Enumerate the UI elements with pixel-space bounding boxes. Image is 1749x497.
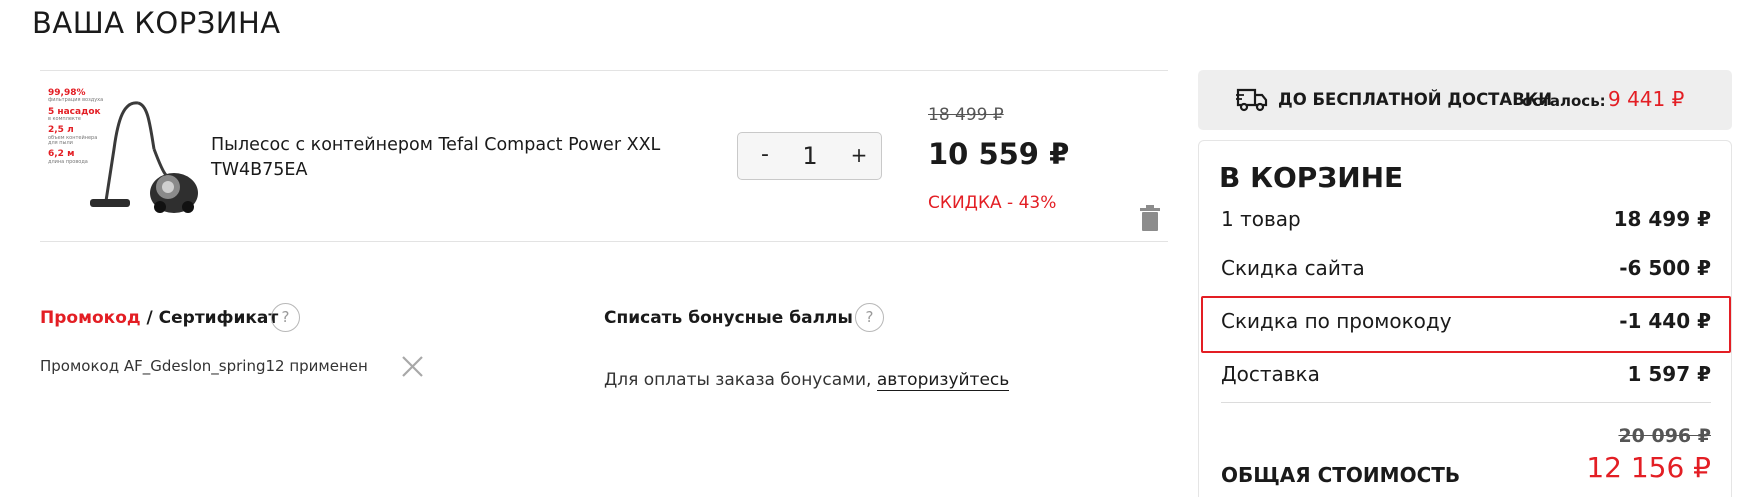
delivery-remaining-amount: 9 441 ₽: [1608, 87, 1685, 111]
delivery-remaining-label: осталось:: [1522, 92, 1606, 110]
promo-applied-text: Промокод AF_Gdeslon_spring12 применен: [40, 357, 368, 375]
total-old-price: 20 096 ₽: [1618, 425, 1711, 447]
quantity-value[interactable]: 1: [788, 142, 832, 170]
total-label: ОБЩАЯ СТОИМОСТЬ: [1221, 463, 1461, 487]
certificate-link[interactable]: Сертификат: [159, 308, 279, 328]
vacuum-cleaner-illustration: [90, 101, 198, 213]
cart-item: 99,98% фильтрация воздуха 5 насадок в ко…: [40, 70, 1168, 242]
page-title: ВАША КОРЗИНА: [32, 6, 281, 40]
summary-title: В КОРЗИНЕ: [1219, 161, 1404, 194]
current-price: 10 559 ₽: [928, 137, 1070, 171]
trash-icon[interactable]: [1139, 205, 1161, 231]
summary-row-items: 1 товар 18 499 ₽: [1221, 207, 1711, 231]
bonus-text: Для оплаты заказа бонусами, авторизуйтес…: [604, 370, 1010, 391]
question-icon[interactable]: ?: [271, 303, 300, 332]
free-delivery-banner: ДО БЕСПЛАТНОЙ ДОСТАВКИ осталось: 9 441 ₽: [1198, 70, 1732, 130]
question-icon[interactable]: ?: [855, 303, 884, 332]
order-summary: В КОРЗИНЕ 1 товар 18 499 ₽ Скидка сайта …: [1198, 140, 1732, 497]
summary-divider: [1221, 402, 1711, 403]
promo-code-link[interactable]: Промокод: [40, 308, 141, 328]
summary-row-promo-discount: Скидка по промокоду -1 440 ₽: [1221, 309, 1711, 333]
summary-row-delivery: Доставка 1 597 ₽: [1221, 362, 1711, 386]
discount-label: СКИДКА - 43%: [928, 193, 1057, 213]
increase-quantity-button[interactable]: +: [844, 143, 874, 167]
promo-separator: /: [140, 308, 159, 328]
promo-header: Промокод / Сертификат: [40, 308, 278, 328]
total-price: 12 156 ₽: [1586, 451, 1711, 484]
product-image[interactable]: 99,98% фильтрация воздуха 5 насадок в ко…: [48, 88, 198, 221]
product-name[interactable]: Пылесос с контейнером Tefal Compact Powe…: [211, 133, 671, 183]
close-icon[interactable]: [400, 354, 425, 379]
old-price: 18 499 ₽: [928, 105, 1004, 125]
free-delivery-label: ДО БЕСПЛАТНОЙ ДОСТАВКИ: [1278, 90, 1553, 109]
decrease-quantity-button[interactable]: -: [750, 142, 780, 167]
summary-row-site-discount: Скидка сайта -6 500 ₽: [1221, 256, 1711, 280]
quantity-stepper: - 1 +: [737, 132, 882, 180]
truck-icon: [1236, 88, 1268, 112]
login-link[interactable]: авторизуйтесь: [876, 370, 1010, 391]
bonus-header: Списать бонусные баллы: [604, 308, 853, 328]
